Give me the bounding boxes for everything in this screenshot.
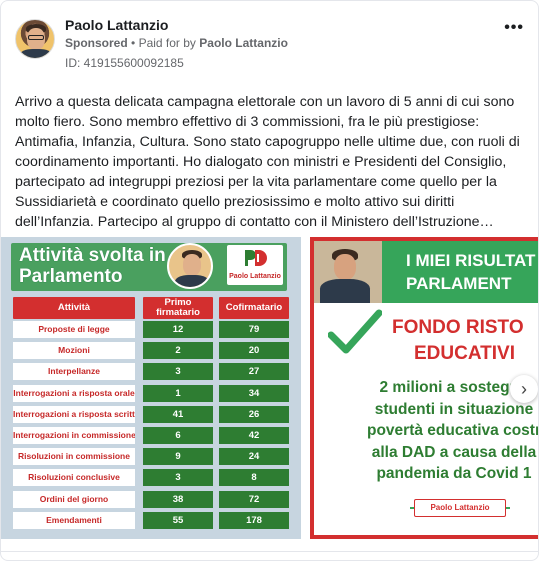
carousel-slide-results[interactable]: I MIEI RISULTAT PARLAMENT FONDO RISTO ED…	[310, 237, 539, 539]
activity-label: Interrogazioni a risposta scritta	[13, 405, 135, 423]
sponsored-label: Sponsored	[65, 36, 128, 50]
primo-firmatario-value: 6	[143, 426, 213, 444]
table-row: Emendamenti 55 178	[9, 510, 293, 531]
primo-firmatario-value: 38	[143, 490, 213, 508]
fund-description: 2 milioni a sostegno studenti in situazi…	[334, 377, 539, 485]
activity-label: Emendamenti	[13, 511, 135, 529]
activity-label: Risoluzioni in commissione	[13, 448, 135, 466]
post-header: Paolo Lattanzio Sponsored • Paid for by …	[15, 15, 524, 75]
author-name[interactable]: Paolo Lattanzio	[65, 17, 168, 33]
card-divider	[1, 551, 538, 552]
fund-description-line: 2 milioni a sostegno	[379, 379, 529, 396]
table-row: Interrogazioni a risposta scritta 41 26	[9, 404, 293, 425]
results-heading-line: PARLAMENT	[406, 274, 512, 293]
table-row: Risoluzioni in commissione 9 24	[9, 446, 293, 467]
results-heading-line: I MIEI RISULTAT	[406, 251, 536, 270]
cofirmatario-value: 34	[219, 384, 289, 402]
cofirmatario-value: 27	[219, 363, 289, 381]
activity-label: Proposte di legge	[13, 321, 135, 338]
chevron-right-icon: ›	[521, 379, 527, 399]
column-header: Attività	[13, 297, 135, 319]
author-avatar[interactable]	[15, 19, 55, 59]
paid-for-prefix: Paid for by	[138, 36, 196, 50]
fund-description-line: studenti in situazione	[374, 400, 534, 418]
primo-firmatario-value: 12	[143, 321, 213, 338]
fund-title: FONDO RISTO EDUCATIVI	[392, 315, 538, 367]
cofirmatario-value: 42	[219, 426, 289, 444]
cofirmatario-value: 24	[219, 448, 289, 466]
signature-badge: Paolo Lattanzio	[414, 499, 506, 517]
cofirmatario-value: 26	[219, 405, 289, 423]
sponsored-line: Sponsored • Paid for by Paolo Lattanzio	[65, 36, 288, 50]
logo-caption: Paolo Lattanzio	[229, 273, 281, 280]
fund-description-line: pandemia da Covid 1	[376, 465, 532, 482]
primo-firmatario-value: 41	[143, 405, 213, 423]
cofirmatario-value: 79	[219, 321, 289, 338]
table-row: Interpellanze 3 27	[9, 361, 293, 382]
sponsored-post-card: Paolo Lattanzio Sponsored • Paid for by …	[0, 0, 539, 561]
more-options-icon[interactable]: •••	[504, 19, 524, 37]
fund-title-line: EDUCATIVI	[414, 343, 515, 364]
image-carousel[interactable]: Attività svolta in Parlamento Paolo Latt…	[1, 237, 539, 539]
cofirmatario-value: 178	[219, 511, 289, 529]
pd-logo: Paolo Lattanzio	[227, 245, 283, 285]
column-header: Primo firmatario	[143, 297, 213, 319]
primo-firmatario-value: 1	[143, 384, 213, 402]
activity-label: Interpellanze	[13, 363, 135, 381]
separator-dot: •	[131, 36, 136, 50]
primo-firmatario-value: 3	[143, 363, 213, 381]
results-heading: I MIEI RISULTAT PARLAMENT	[406, 249, 538, 295]
activity-label: Interrogazioni in commissione	[13, 426, 135, 444]
carousel-slide-activity-table[interactable]: Attività svolta in Parlamento Paolo Latt…	[1, 237, 301, 539]
table-row: Risoluzioni conclusive 3 8	[9, 467, 293, 488]
fund-description-line: povertà educativa costr	[366, 422, 539, 439]
primo-firmatario-value: 9	[143, 448, 213, 466]
table-row: Interrogazioni a risposta orale 1 34	[9, 383, 293, 404]
paid-for-name[interactable]: Paolo Lattanzio	[199, 36, 288, 50]
post-body-text: Arrivo a questa delicata campagna eletto…	[15, 94, 520, 230]
activity-label: Interrogazioni a risposta orale	[13, 384, 135, 402]
fund-description-line: alla DAD a causa della	[371, 443, 537, 461]
cofirmatario-value: 72	[219, 490, 289, 508]
primo-firmatario-value: 55	[143, 511, 213, 529]
fund-title-line: FONDO RISTO	[392, 317, 524, 338]
cofirmatario-value: 8	[219, 469, 289, 487]
ad-id: ID: 419155600092185	[65, 56, 184, 70]
activity-table: Attività Primo firmatario Cofirmatario P…	[9, 297, 293, 531]
column-header: Cofirmatario	[219, 297, 289, 319]
checkmark-icon	[328, 309, 382, 354]
table-row: Mozioni 2 20	[9, 340, 293, 361]
table-header: Attività Primo firmatario Cofirmatario	[9, 297, 293, 319]
activity-label: Mozioni	[13, 342, 135, 360]
table-row: Ordini del giorno 38 72	[9, 489, 293, 510]
activity-label: Ordini del giorno	[13, 490, 135, 508]
activity-label: Risoluzioni conclusive	[13, 469, 135, 487]
table-row: Interrogazioni in commissione 6 42	[9, 425, 293, 446]
primo-firmatario-value: 3	[143, 469, 213, 487]
carousel-next-button[interactable]: ›	[510, 375, 538, 403]
slide-title: Attività svolta in Parlamento	[19, 245, 166, 287]
candidate-photo	[314, 241, 382, 303]
candidate-photo	[167, 243, 213, 289]
table-row: Proposte di legge 12 79	[9, 319, 293, 340]
cofirmatario-value: 20	[219, 342, 289, 360]
primo-firmatario-value: 2	[143, 342, 213, 360]
